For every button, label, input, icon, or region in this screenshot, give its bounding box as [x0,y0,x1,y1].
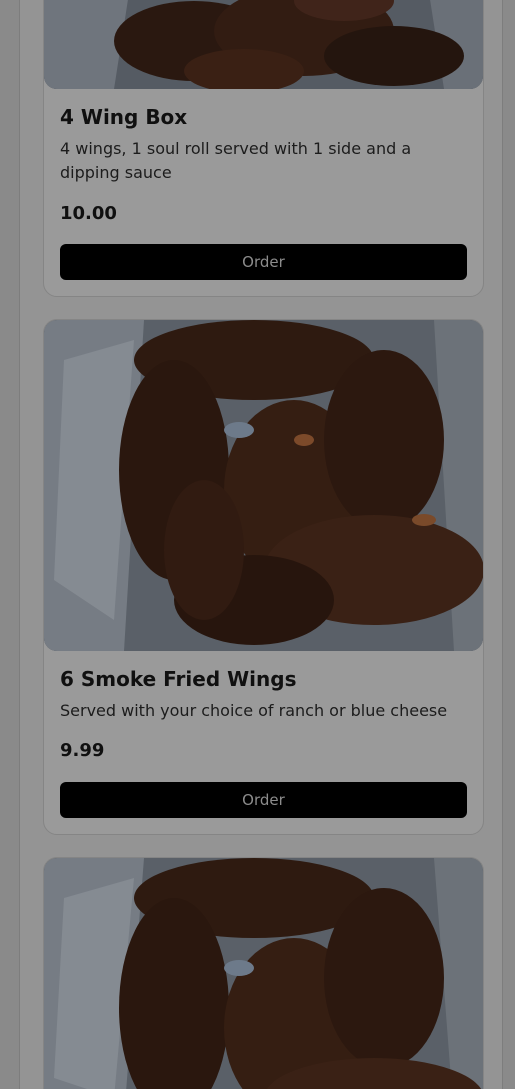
item-price: 10.00 [60,203,117,224]
order-button[interactable]: Order [60,244,467,280]
wings-image [44,320,483,651]
item-price: 9.99 [60,740,105,761]
wings-image [44,858,483,1089]
food-photo [44,858,483,1089]
menu-item-card [43,857,484,1089]
wings-image [44,0,483,89]
menu-item-card: 4 Wing Box 4 wings, 1 soul roll served w… [43,0,484,297]
item-description: 4 wings, 1 soul roll served with 1 side … [60,139,412,182]
order-button[interactable]: Order [60,782,467,818]
item-title: 6 Smoke Fried Wings [60,667,297,691]
item-title: 4 Wing Box [60,105,188,129]
menu-page: 4 Wing Box 4 wings, 1 soul roll served w… [0,0,515,1089]
food-photo [44,0,483,89]
food-photo [44,320,483,651]
item-description: Served with your choice of ranch or blue… [60,701,448,720]
menu-item-card: 6 Smoke Fried Wings Served with your cho… [43,319,484,835]
